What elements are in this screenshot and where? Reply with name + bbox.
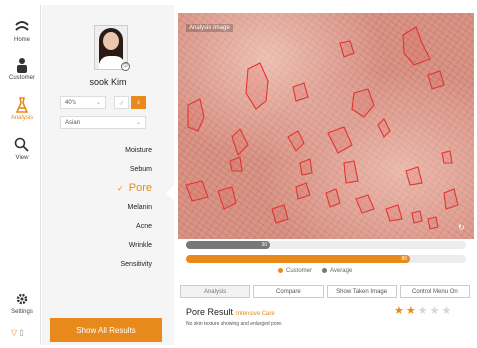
customer-name: sook Kim [89, 77, 127, 87]
category-pore[interactable]: ✓ Pore [42, 179, 174, 198]
nav-customer[interactable]: Customer [3, 57, 41, 81]
male-icon: ♂ [118, 99, 125, 108]
result-heading: Pore Result Intensive Care [186, 307, 275, 317]
result-grade: Intensive Care [236, 311, 275, 317]
control-menu-button[interactable]: Control Menu On [399, 285, 470, 298]
nav-settings-label: Settings [11, 309, 33, 315]
customer-score-bar: 80 [186, 255, 410, 263]
check-icon: ✓ [117, 184, 124, 193]
category-pore-label: Pore [128, 182, 152, 194]
status-icons: ▽ ▯ [11, 328, 24, 337]
average-legend-dot [322, 268, 328, 273]
analysis-main: Analysis Image ↻ 30 80 Customer Average … [174, 5, 474, 345]
nav-view[interactable]: View [3, 137, 41, 161]
person-icon [17, 58, 27, 73]
gender-male-toggle[interactable]: ♂ [114, 96, 129, 109]
nav-rail: Home Customer Analysis View Settings ▽ ▯ [3, 5, 41, 345]
score-legend: Customer Average [278, 268, 352, 274]
category-moisture[interactable]: Moisture [42, 141, 174, 160]
category-sebum[interactable]: Sebum [42, 160, 174, 179]
show-all-results-button[interactable]: Show All Results [50, 318, 162, 342]
category-acne[interactable]: Acne [42, 217, 174, 236]
category-sensitivity[interactable]: Sensitivity [42, 255, 174, 274]
magnifier-icon [14, 137, 29, 152]
gender-female-toggle[interactable]: ♀ [131, 96, 146, 109]
star-icon: ★ [405, 305, 418, 317]
pore-overlay [185, 26, 459, 230]
ethnicity-select[interactable]: Asian ⌄ [60, 116, 146, 129]
battery-icon: ▯ [19, 328, 24, 337]
nav-view-label: View [15, 155, 29, 161]
star-icon: ★ [417, 305, 430, 317]
star-icon: ★ [394, 305, 406, 317]
nav-customer-label: Customer [8, 75, 35, 81]
camera-icon[interactable]: ⊙ [121, 62, 130, 71]
average-score-value: 30 [261, 242, 267, 248]
score-bars: 30 80 Customer Average [186, 241, 466, 274]
customer-score-value: 80 [401, 256, 407, 262]
legend-customer: Customer [286, 268, 313, 275]
result-title: Pore Result [186, 307, 234, 317]
category-list: Moisture Sebum ✓ Pore Melanin Acne Wrinkl… [42, 141, 174, 274]
skin-analysis-image[interactable]: Analysis Image ↻ [178, 13, 474, 239]
nav-analysis[interactable]: Analysis [3, 97, 41, 121]
nav-home-label: Home [13, 37, 30, 43]
profile-panel: ⊙ sook Kim 40's ⌄ ♂ ♀ Asian ⌄ Moisture S… [42, 5, 181, 345]
chevron-down-icon: ⌄ [95, 100, 101, 106]
customer-legend-dot [278, 268, 283, 273]
customer-score-track: 80 [186, 255, 466, 263]
average-score-track: 30 [186, 241, 466, 249]
age-select[interactable]: 40's ⌄ [60, 96, 106, 109]
category-wrinkle[interactable]: Wrinkle [42, 236, 174, 255]
analysis-button[interactable]: Analysis [180, 285, 251, 298]
wifi-icon: ▽ [11, 328, 18, 337]
compare-button[interactable]: Compare [253, 285, 324, 298]
category-melanin[interactable]: Melanin [42, 198, 174, 217]
gear-icon [16, 293, 28, 305]
nav-home[interactable]: Home [3, 19, 41, 43]
age-select-value: 40's [65, 100, 76, 106]
home-icon [15, 21, 29, 31]
star-icon: ★ [429, 305, 442, 317]
action-buttons: Analysis Compare Show Taken Image Contro… [180, 285, 470, 298]
rating-stars: ★★★★★ [394, 304, 453, 317]
legend-average: Average [330, 268, 353, 275]
ethnicity-select-value: Asian [65, 120, 81, 126]
result-description: No skin texture showing and enlarged por… [186, 321, 283, 327]
average-score-bar: 30 [186, 241, 270, 249]
show-taken-image-button[interactable]: Show Taken Image [326, 285, 397, 298]
chevron-down-icon: ⌄ [135, 120, 141, 126]
star-icon: ★ [441, 305, 454, 317]
flask-icon [15, 97, 29, 113]
nav-settings[interactable]: Settings [3, 291, 41, 315]
female-icon: ♀ [135, 98, 142, 107]
rotate-icon[interactable]: ↻ [458, 223, 468, 233]
analysis-image-label: Analysis Image [186, 24, 233, 32]
nav-analysis-label: Analysis [10, 115, 34, 121]
